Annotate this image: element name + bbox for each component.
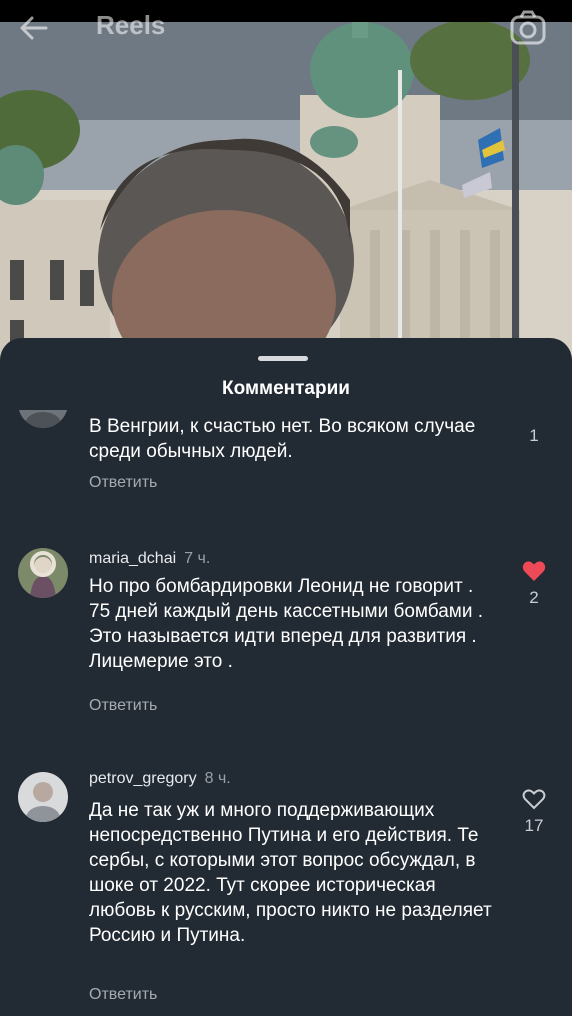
comment-username: maria_dchai 7 ч. <box>89 550 210 568</box>
avatar-image <box>18 772 68 822</box>
username-text[interactable]: petrov_gregory <box>89 770 197 787</box>
comment-item: petrov_gregory 8 ч. Да не так уж и много … <box>0 756 572 1006</box>
reels-header: Reels <box>0 0 572 60</box>
comment-time: 8 ч. <box>204 770 231 787</box>
like-count: 2 <box>529 588 539 607</box>
comment-username: petrov_gregory 8 ч. <box>89 770 231 788</box>
comment-text: Да не так уж и много поддерживающих непо… <box>89 800 492 946</box>
drag-handle[interactable] <box>258 356 308 361</box>
heart-outline-icon <box>522 789 546 810</box>
avatar[interactable] <box>18 548 68 598</box>
heart-icon <box>522 561 546 581</box>
like-count: 1 <box>529 426 539 445</box>
arrow-left-icon <box>20 16 48 40</box>
like-button[interactable]: 1 <box>516 410 552 446</box>
comments-title: Комментарии <box>222 378 350 399</box>
page-title: Reels <box>96 10 166 40</box>
avatar[interactable] <box>18 410 68 428</box>
camera-icon <box>510 10 546 45</box>
comment-text: В Венгрии, к счастью нет. Во всяком случ… <box>89 416 476 462</box>
comment-text: Но про бомбардировки Леонид не говорит .… <box>89 576 483 672</box>
reply-button[interactable]: Ответить <box>89 697 157 715</box>
like-button[interactable]: 17 <box>516 788 552 836</box>
avatar-image <box>18 410 68 428</box>
reply-button[interactable]: Ответить <box>89 474 157 492</box>
comment-item: maria_dchai 7 ч. Но про бомбардировки Лео… <box>0 532 572 732</box>
reply-button[interactable]: Ответить <box>89 986 157 1004</box>
like-count: 17 <box>524 816 544 835</box>
comments-sheet: Комментарии В Венгрии, к счастью нет. Во… <box>0 338 572 1016</box>
username-text[interactable]: maria_dchai <box>89 550 176 567</box>
camera-button[interactable] <box>508 8 548 48</box>
comments-list[interactable]: В Венгрии, к счастью нет. Во всяком случ… <box>0 410 572 1016</box>
avatar[interactable] <box>18 772 68 822</box>
back-button[interactable] <box>16 10 52 46</box>
like-button[interactable]: 2 <box>516 560 552 608</box>
comment-time: 7 ч. <box>184 550 211 567</box>
avatar-image <box>18 548 68 598</box>
comment-item: В Венгрии, к счастью нет. Во всяком случ… <box>0 410 572 504</box>
